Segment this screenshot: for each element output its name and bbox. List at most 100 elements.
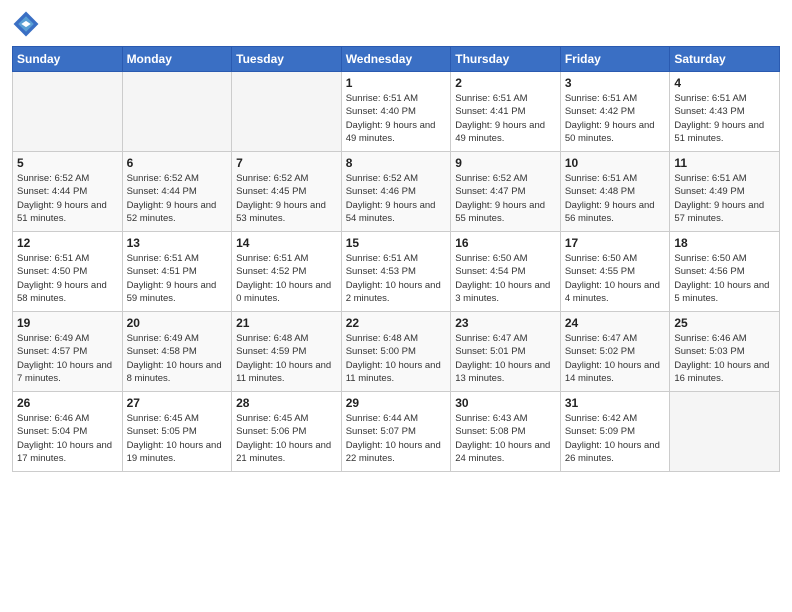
day-info: Sunrise: 6:50 AMSunset: 4:55 PMDaylight:… [565, 252, 666, 305]
day-number: 25 [674, 316, 775, 330]
day-info: Sunrise: 6:51 AMSunset: 4:53 PMDaylight:… [346, 252, 447, 305]
day-info: Sunrise: 6:46 AMSunset: 5:03 PMDaylight:… [674, 332, 775, 385]
day-info: Sunrise: 6:44 AMSunset: 5:07 PMDaylight:… [346, 412, 447, 465]
day-number: 28 [236, 396, 337, 410]
day-info: Sunrise: 6:47 AMSunset: 5:01 PMDaylight:… [455, 332, 556, 385]
calendar-week-row: 5 Sunrise: 6:52 AMSunset: 4:44 PMDaylight… [13, 152, 780, 232]
calendar-cell: 25 Sunrise: 6:46 AMSunset: 5:03 PMDayligh… [670, 312, 780, 392]
day-number: 30 [455, 396, 556, 410]
day-number: 4 [674, 76, 775, 90]
day-info: Sunrise: 6:50 AMSunset: 4:54 PMDaylight:… [455, 252, 556, 305]
day-number: 8 [346, 156, 447, 170]
day-info: Sunrise: 6:49 AMSunset: 4:58 PMDaylight:… [127, 332, 228, 385]
day-info: Sunrise: 6:51 AMSunset: 4:40 PMDaylight:… [346, 92, 447, 145]
calendar-cell: 9 Sunrise: 6:52 AMSunset: 4:47 PMDaylight… [451, 152, 561, 232]
day-info: Sunrise: 6:51 AMSunset: 4:42 PMDaylight:… [565, 92, 666, 145]
day-number: 10 [565, 156, 666, 170]
calendar-cell: 17 Sunrise: 6:50 AMSunset: 4:55 PMDayligh… [560, 232, 670, 312]
logo [12, 10, 44, 38]
day-number: 7 [236, 156, 337, 170]
day-number: 29 [346, 396, 447, 410]
calendar-cell: 3 Sunrise: 6:51 AMSunset: 4:42 PMDaylight… [560, 72, 670, 152]
calendar-cell [232, 72, 342, 152]
day-number: 24 [565, 316, 666, 330]
calendar-day-header: Thursday [451, 47, 561, 72]
logo-icon [12, 10, 40, 38]
day-info: Sunrise: 6:51 AMSunset: 4:43 PMDaylight:… [674, 92, 775, 145]
day-number: 19 [17, 316, 118, 330]
day-info: Sunrise: 6:46 AMSunset: 5:04 PMDaylight:… [17, 412, 118, 465]
calendar-cell: 10 Sunrise: 6:51 AMSunset: 4:48 PMDayligh… [560, 152, 670, 232]
day-number: 1 [346, 76, 447, 90]
calendar-cell: 29 Sunrise: 6:44 AMSunset: 5:07 PMDayligh… [341, 392, 451, 472]
calendar-cell: 21 Sunrise: 6:48 AMSunset: 4:59 PMDayligh… [232, 312, 342, 392]
calendar-day-header: Sunday [13, 47, 123, 72]
day-number: 5 [17, 156, 118, 170]
day-number: 2 [455, 76, 556, 90]
calendar-day-header: Monday [122, 47, 232, 72]
day-info: Sunrise: 6:52 AMSunset: 4:45 PMDaylight:… [236, 172, 337, 225]
day-number: 12 [17, 236, 118, 250]
calendar-cell: 31Sunrise: 6:42 AMSunset: 5:09 PMDayligh… [560, 392, 670, 472]
day-number: 14 [236, 236, 337, 250]
day-number: 6 [127, 156, 228, 170]
day-info: Sunrise: 6:48 AMSunset: 5:00 PMDaylight:… [346, 332, 447, 385]
calendar-cell: 16 Sunrise: 6:50 AMSunset: 4:54 PMDayligh… [451, 232, 561, 312]
day-number: 23 [455, 316, 556, 330]
day-number: 11 [674, 156, 775, 170]
day-info: Sunrise: 6:47 AMSunset: 5:02 PMDaylight:… [565, 332, 666, 385]
calendar-week-row: 26 Sunrise: 6:46 AMSunset: 5:04 PMDayligh… [13, 392, 780, 472]
day-number: 16 [455, 236, 556, 250]
day-info: Sunrise: 6:51 AMSunset: 4:49 PMDaylight:… [674, 172, 775, 225]
day-info: Sunrise: 6:52 AMSunset: 4:46 PMDaylight:… [346, 172, 447, 225]
calendar-week-row: 19Sunrise: 6:49 AMSunset: 4:57 PMDayligh… [13, 312, 780, 392]
calendar-cell: 1 Sunrise: 6:51 AMSunset: 4:40 PMDaylight… [341, 72, 451, 152]
calendar-cell: 30Sunrise: 6:43 AMSunset: 5:08 PMDayligh… [451, 392, 561, 472]
calendar-week-row: 12 Sunrise: 6:51 AMSunset: 4:50 PMDayligh… [13, 232, 780, 312]
calendar-cell: 11 Sunrise: 6:51 AMSunset: 4:49 PMDayligh… [670, 152, 780, 232]
day-number: 9 [455, 156, 556, 170]
day-info: Sunrise: 6:51 AMSunset: 4:51 PMDaylight:… [127, 252, 228, 305]
day-info: Sunrise: 6:45 AMSunset: 5:05 PMDaylight:… [127, 412, 228, 465]
calendar-cell: 15 Sunrise: 6:51 AMSunset: 4:53 PMDayligh… [341, 232, 451, 312]
calendar-cell [122, 72, 232, 152]
day-number: 20 [127, 316, 228, 330]
calendar-week-row: 1 Sunrise: 6:51 AMSunset: 4:40 PMDaylight… [13, 72, 780, 152]
calendar-cell: 22 Sunrise: 6:48 AMSunset: 5:00 PMDayligh… [341, 312, 451, 392]
calendar-cell: 6Sunrise: 6:52 AMSunset: 4:44 PMDaylight… [122, 152, 232, 232]
calendar-cell: 12 Sunrise: 6:51 AMSunset: 4:50 PMDayligh… [13, 232, 123, 312]
day-info: Sunrise: 6:51 AMSunset: 4:52 PMDaylight:… [236, 252, 337, 305]
calendar-table: SundayMondayTuesdayWednesdayThursdayFrid… [12, 46, 780, 472]
day-info: Sunrise: 6:48 AMSunset: 4:59 PMDaylight:… [236, 332, 337, 385]
day-number: 21 [236, 316, 337, 330]
calendar-cell: 27 Sunrise: 6:45 AMSunset: 5:05 PMDayligh… [122, 392, 232, 472]
calendar-cell: 5 Sunrise: 6:52 AMSunset: 4:44 PMDaylight… [13, 152, 123, 232]
day-info: Sunrise: 6:45 AMSunset: 5:06 PMDaylight:… [236, 412, 337, 465]
calendar-cell: 7 Sunrise: 6:52 AMSunset: 4:45 PMDaylight… [232, 152, 342, 232]
day-number: 13 [127, 236, 228, 250]
day-number: 15 [346, 236, 447, 250]
day-info: Sunrise: 6:42 AMSunset: 5:09 PMDaylight:… [565, 412, 666, 465]
calendar-cell: 14 Sunrise: 6:51 AMSunset: 4:52 PMDayligh… [232, 232, 342, 312]
day-info: Sunrise: 6:52 AMSunset: 4:44 PMDaylight:… [17, 172, 118, 225]
day-number: 18 [674, 236, 775, 250]
calendar-day-header: Tuesday [232, 47, 342, 72]
day-info: Sunrise: 6:51 AMSunset: 4:41 PMDaylight:… [455, 92, 556, 145]
calendar-cell: 23 Sunrise: 6:47 AMSunset: 5:01 PMDayligh… [451, 312, 561, 392]
calendar-cell [13, 72, 123, 152]
day-number: 3 [565, 76, 666, 90]
calendar-cell: 4 Sunrise: 6:51 AMSunset: 4:43 PMDaylight… [670, 72, 780, 152]
day-number: 26 [17, 396, 118, 410]
day-number: 22 [346, 316, 447, 330]
day-info: Sunrise: 6:51 AMSunset: 4:48 PMDaylight:… [565, 172, 666, 225]
day-number: 27 [127, 396, 228, 410]
calendar-cell: 19Sunrise: 6:49 AMSunset: 4:57 PMDayligh… [13, 312, 123, 392]
header [12, 10, 780, 38]
calendar-header-row: SundayMondayTuesdayWednesdayThursdayFrid… [13, 47, 780, 72]
day-number: 17 [565, 236, 666, 250]
day-info: Sunrise: 6:51 AMSunset: 4:50 PMDaylight:… [17, 252, 118, 305]
day-info: Sunrise: 6:52 AMSunset: 4:47 PMDaylight:… [455, 172, 556, 225]
calendar-cell [670, 392, 780, 472]
calendar-cell: 13 Sunrise: 6:51 AMSunset: 4:51 PMDayligh… [122, 232, 232, 312]
page: SundayMondayTuesdayWednesdayThursdayFrid… [0, 0, 792, 612]
